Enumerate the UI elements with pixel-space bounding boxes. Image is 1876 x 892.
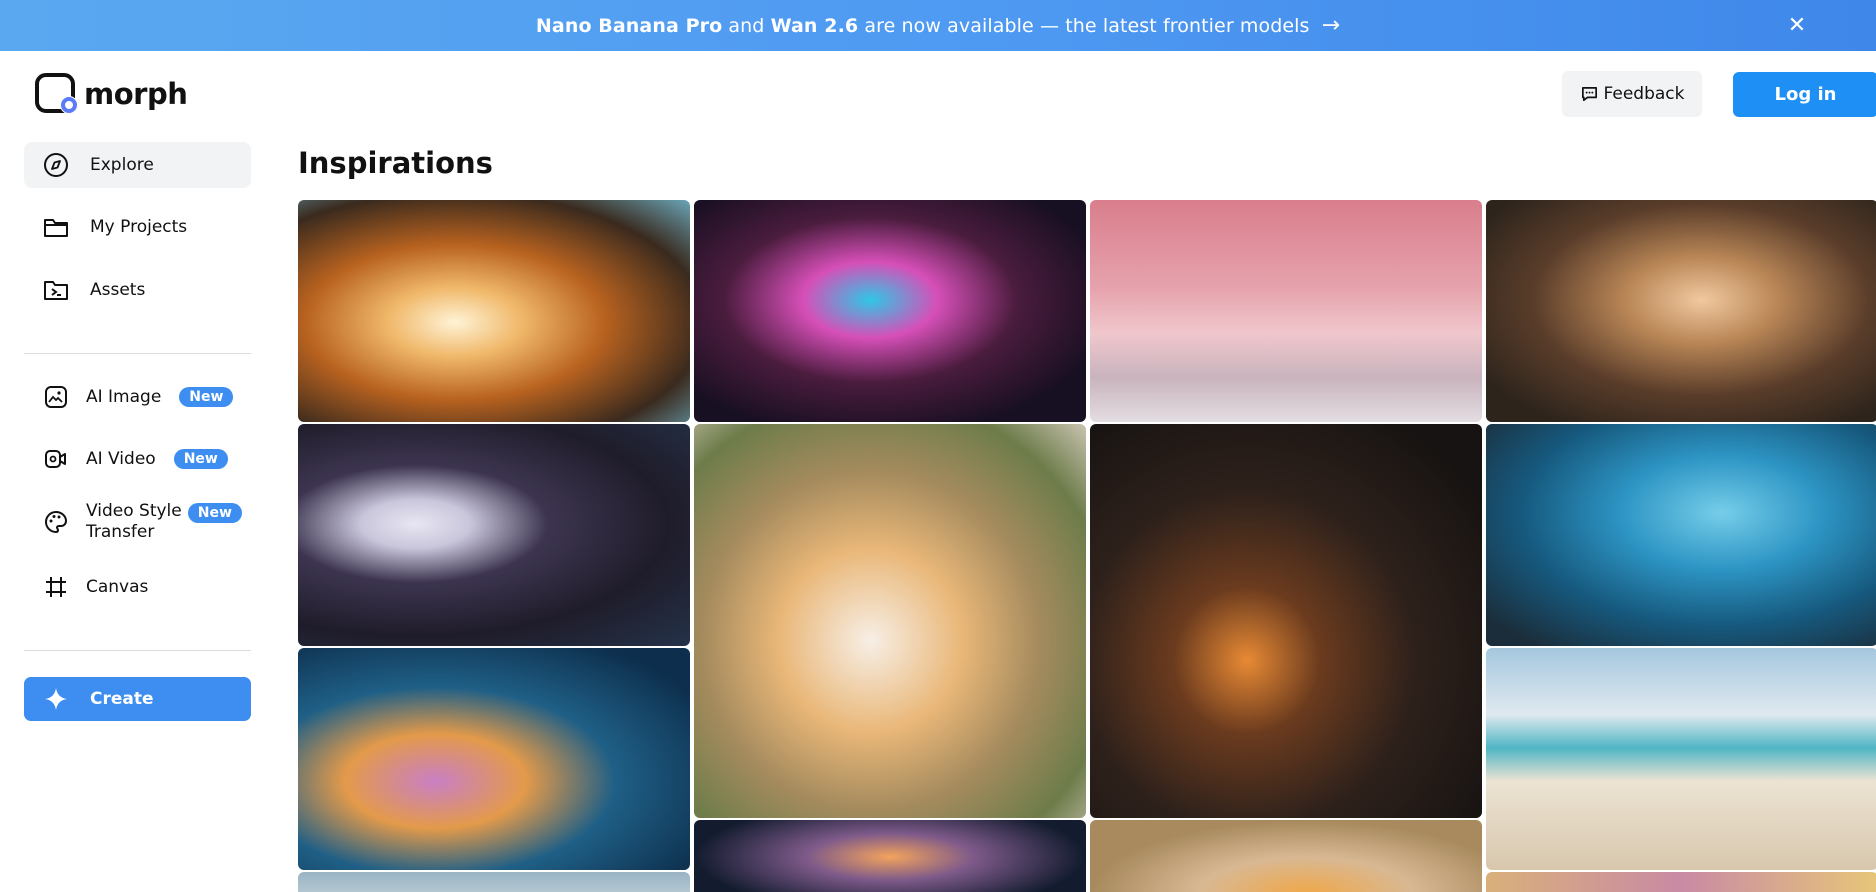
banner-text: Nano Banana Pro and Wan 2.6 are now avai…	[535, 14, 1310, 37]
message-icon	[1581, 86, 1597, 101]
sparkle-icon	[42, 685, 70, 713]
inspiration-card-panda-dj[interactable]	[694, 200, 1086, 422]
login-button[interactable]: Log in	[1733, 72, 1876, 117]
inspiration-card-sky[interactable]	[298, 872, 690, 892]
video-camera-icon	[42, 445, 70, 473]
sidebar: Explore My Projects Assets AI Image New …	[24, 142, 251, 721]
close-icon[interactable]: ✕	[1784, 12, 1810, 38]
logo-icon	[34, 72, 78, 116]
folder-icon	[42, 213, 70, 241]
inspiration-card-perfume-hall[interactable]	[1090, 200, 1482, 422]
logo-text: morph	[84, 77, 188, 111]
inspiration-card-coral-reef[interactable]	[298, 648, 690, 870]
feedback-button[interactable]: Feedback	[1562, 71, 1702, 117]
sidebar-item-video-style-transfer[interactable]: Video Style Transfer New	[24, 495, 251, 549]
page-title: Inspirations	[298, 146, 493, 180]
inspiration-card-beach-driftwood[interactable]	[1486, 648, 1876, 870]
sidebar-item-ai-image[interactable]: AI Image New	[24, 373, 251, 421]
sidebar-item-ai-video[interactable]: AI Video New	[24, 435, 251, 483]
inspiration-card-jellyfish-macro[interactable]	[694, 820, 1086, 892]
new-badge: New	[179, 387, 234, 407]
inspiration-card-explosion[interactable]	[298, 200, 690, 422]
inspiration-card-colorful[interactable]	[1486, 872, 1876, 892]
canvas-crop-icon	[42, 573, 70, 601]
sidebar-divider	[24, 650, 251, 651]
inspiration-card-kitten-window[interactable]	[1090, 820, 1482, 892]
new-badge: New	[187, 503, 242, 523]
compass-icon	[42, 151, 70, 179]
new-badge: New	[173, 449, 228, 469]
logo[interactable]: morph	[34, 72, 188, 116]
sidebar-item-explore[interactable]: Explore	[24, 142, 251, 188]
announcement-banner[interactable]: Nano Banana Pro and Wan 2.6 are now avai…	[0, 0, 1876, 51]
inspiration-card-kittens-yarn[interactable]	[694, 424, 1086, 818]
inspiration-grid	[298, 200, 1876, 892]
sidebar-divider	[24, 353, 251, 354]
sidebar-item-my-projects[interactable]: My Projects	[24, 204, 251, 250]
sidebar-item-assets[interactable]: Assets	[24, 267, 251, 313]
arrow-right-icon[interactable]: →	[1322, 13, 1341, 38]
inspiration-card-cave-room[interactable]	[1090, 424, 1482, 818]
inspiration-card-boy-sheep[interactable]	[1486, 200, 1876, 422]
inspiration-card-underwater-cliffs[interactable]	[1486, 424, 1876, 646]
palette-icon	[42, 508, 70, 536]
assets-folder-icon	[42, 276, 70, 304]
sidebar-item-canvas[interactable]: Canvas	[24, 563, 251, 611]
inspiration-card-cat-fish[interactable]	[298, 424, 690, 646]
image-icon	[42, 383, 70, 411]
create-button[interactable]: Create	[24, 677, 251, 721]
